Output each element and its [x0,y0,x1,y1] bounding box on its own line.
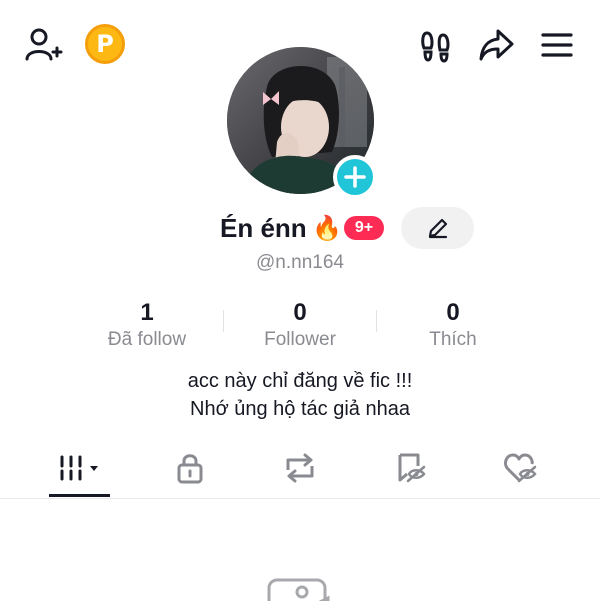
stat-divider [223,310,224,332]
plus-icon [344,166,366,188]
stat-divider [376,310,377,332]
videos-grid-icon [60,455,98,481]
active-tab-indicator [49,494,110,497]
stat-followers-value: 0 [293,299,307,326]
edit-profile-button[interactable] [401,207,474,249]
stat-following-label: Đã follow [107,329,187,350]
stat-followers-label: Follower [264,329,336,350]
add-friend-icon[interactable] [22,26,64,62]
footprints-icon[interactable] [418,28,454,64]
favorites-icon [398,453,426,483]
pencil-icon [428,218,447,239]
stat-following[interactable]: 1 Đã follow [72,298,222,352]
add-avatar-button[interactable] [333,155,377,199]
tab-favorites[interactable] [381,448,441,488]
tab-liked[interactable] [491,448,551,488]
notification-badge[interactable]: 9+ [344,216,384,240]
coins-button[interactable]: P [85,24,125,64]
username: @n.nn164 [256,252,344,273]
share-arrow-icon[interactable] [477,26,515,64]
bio-line-2: Nhớ ủng hộ tác giả nhaa [190,398,410,420]
tab-videos[interactable] [50,448,110,488]
liked-icon [504,453,537,483]
stat-following-value: 1 [140,299,154,326]
coin-label: P [96,30,114,58]
stat-likes-value: 0 [446,299,460,326]
hamburger-menu-icon[interactable] [540,30,574,60]
tab-private[interactable] [160,448,220,488]
stat-followers[interactable]: 0 Follower [225,298,375,352]
repost-icon [286,453,314,483]
stat-likes-label: Thích [429,329,477,350]
empty-state-icon [266,576,332,601]
lock-icon [177,454,203,484]
tabs-divider [0,498,600,499]
name-row: Én énn [0,207,600,249]
stat-likes[interactable]: 0 Thích [378,298,528,352]
tab-reposts[interactable] [270,448,330,488]
display-name: Én énn [220,213,307,243]
bio-line-1: acc này chỉ đăng về fic !!! [187,370,413,392]
fire-emoji: 🔥 [312,215,342,242]
